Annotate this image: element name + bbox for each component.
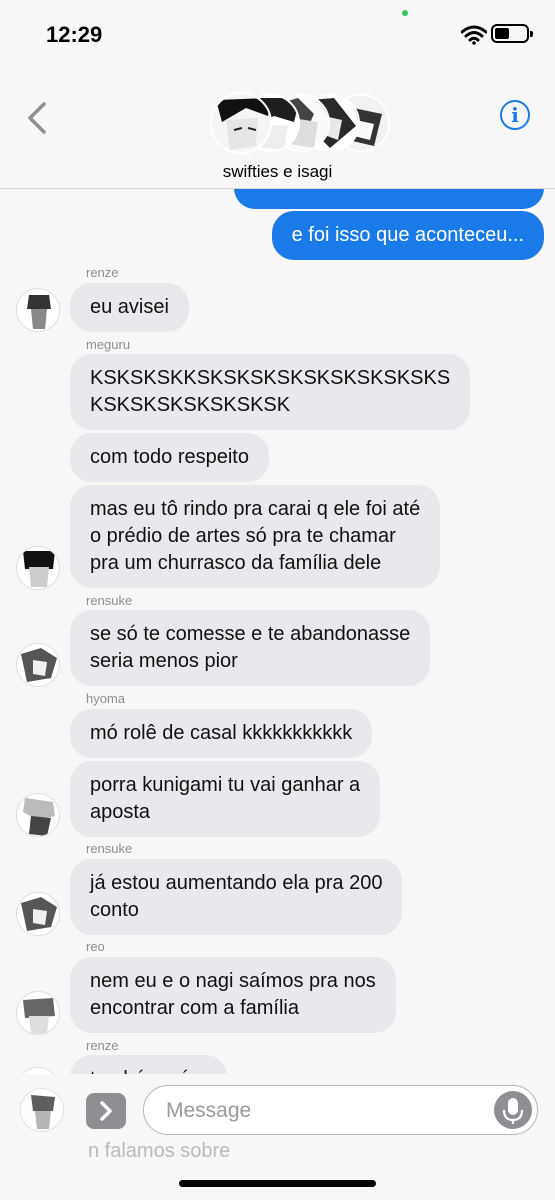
- group-avatar-stack[interactable]: [210, 92, 390, 156]
- sender-avatar[interactable]: [16, 1067, 60, 1074]
- incoming-message[interactable]: nem eu e o nagi saímos pra nos encontrar…: [70, 957, 396, 1033]
- sender-avatar[interactable]: [16, 991, 60, 1035]
- chevron-right-icon: [100, 1101, 112, 1121]
- battery-icon: [491, 24, 533, 43]
- conversation-header: i swifties e isagi: [0, 70, 555, 189]
- message-list[interactable]: e foi isso que aconteceu... renze eu avi…: [0, 189, 555, 1074]
- incoming-message[interactable]: porra kunigami tu vai ganhar a aposta: [70, 761, 381, 837]
- incoming-message[interactable]: eu avisei: [70, 283, 189, 332]
- dictation-button[interactable]: [494, 1091, 532, 1129]
- home-indicator[interactable]: [179, 1180, 376, 1187]
- incoming-message[interactable]: mó rolê de casal kkkkkkkkkkk: [70, 709, 373, 758]
- camera-indicator-dot: [402, 10, 408, 16]
- incoming-message[interactable]: já estou aumentando ela pra 200 conto: [70, 859, 403, 935]
- outgoing-message-partial[interactable]: [234, 189, 544, 209]
- sender-name: hyoma: [86, 691, 126, 706]
- incoming-message[interactable]: também né...: [70, 1055, 227, 1074]
- sender-name: rensuke: [86, 593, 133, 608]
- incoming-message[interactable]: com todo respeito: [70, 433, 269, 482]
- info-icon[interactable]: i: [500, 100, 530, 130]
- message-input[interactable]: [164, 1096, 488, 1126]
- sender-avatar[interactable]: [16, 288, 60, 332]
- sender-name: meguru: [86, 337, 131, 352]
- microphone-icon: [502, 1098, 524, 1124]
- contact-avatar[interactable]: [20, 1088, 64, 1132]
- sender-name: renze: [86, 265, 119, 280]
- sender-avatar[interactable]: [16, 546, 60, 590]
- outgoing-message[interactable]: e foi isso que aconteceu...: [271, 211, 544, 260]
- status-bar: 12:29: [0, 0, 555, 70]
- group-name[interactable]: swifties e isagi: [0, 162, 555, 182]
- sender-avatar[interactable]: [16, 892, 60, 936]
- status-time: 12:29: [46, 22, 103, 47]
- sender-avatar[interactable]: [16, 793, 60, 837]
- sender-name: rensuke: [86, 841, 133, 856]
- message-field[interactable]: [143, 1085, 538, 1135]
- group-member-avatar: [210, 92, 272, 154]
- wifi-icon: [461, 25, 487, 45]
- back-chevron-icon[interactable]: [22, 98, 52, 138]
- sender-avatar[interactable]: [16, 643, 60, 687]
- sender-name: renze: [86, 1038, 119, 1053]
- incoming-message[interactable]: se só te comesse e te abandonasse seria …: [70, 610, 431, 686]
- app-drawer-button[interactable]: [86, 1093, 126, 1129]
- scrolled-message-preview: n falamos sobre: [88, 1140, 231, 1162]
- incoming-message[interactable]: mas eu tô rindo pra carai q ele foi até …: [70, 485, 441, 588]
- incoming-message[interactable]: KSKSKSKKSKSKSKSKSKSKSKSKSKS KSKSKSKSKSKS…: [70, 354, 471, 430]
- sender-name: reo: [86, 939, 105, 954]
